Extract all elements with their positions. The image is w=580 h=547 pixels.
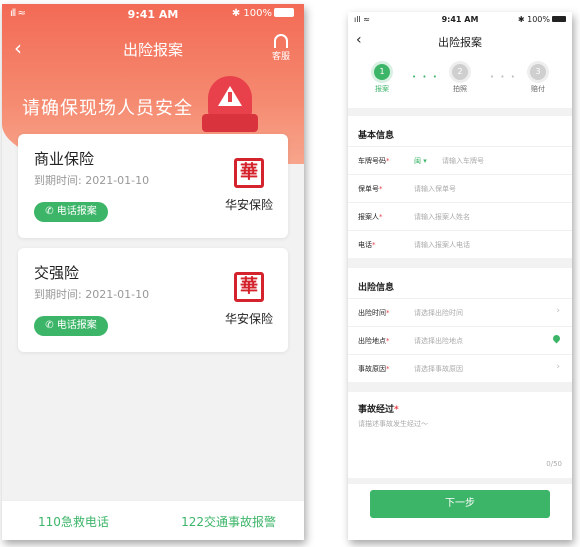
battery-indicator: ✱ 100%: [518, 15, 566, 24]
basic-info-section: 基本信息 车牌号码* 闽 ▾ 请输入车牌号 保单号* 请输入保单号 报案人* 请…: [348, 116, 572, 258]
step-photo: 2 拍照: [440, 64, 480, 94]
battery-icon: [274, 8, 294, 17]
next-step-button[interactable]: 下一步: [370, 490, 550, 518]
chevron-right-icon: ›: [556, 362, 560, 372]
insurer-name: 华安保险: [224, 198, 273, 212]
safety-reminder: 请确保现场人员安全: [22, 98, 193, 119]
policy-input[interactable]: 请输入保单号: [414, 184, 456, 194]
footer: 下一步: [348, 484, 572, 540]
status-bar: ıll ≈ 9:41 AM ✱ 100%: [348, 12, 572, 28]
policy-row: 保单号* 请输入保单号: [348, 174, 572, 202]
phone-report-button[interactable]: ✆ 电话报案: [34, 316, 108, 336]
progress-steps: 1 报案 • • • 2 拍照 • • • 3 赔付: [348, 56, 572, 108]
battery-indicator: ✱ 100%: [232, 8, 294, 19]
customer-service-label: 客服: [271, 52, 290, 62]
page-title: 出险报案: [438, 36, 482, 49]
description-textarea[interactable]: 请描述事故发生经过～: [348, 415, 572, 429]
phone-input[interactable]: 请输入报案人电话: [414, 240, 470, 250]
emergency-bar: 110急救电话 122交通事故报警: [2, 500, 304, 540]
insurer-seal-icon: 華: [234, 272, 264, 302]
accident-time-picker[interactable]: 请选择出险时间: [414, 308, 463, 318]
phone-report-button[interactable]: ✆ 电话报案: [34, 202, 108, 222]
step-report: 1 报案: [362, 64, 402, 94]
section-title: 出险信息: [358, 283, 395, 293]
alarm-light-icon: [202, 76, 258, 134]
insurer-seal-icon: 華: [234, 158, 264, 188]
claims-home-screen: ıll ≈ 9:41 AM ✱ 100% ‹ 出险报案 客服 请确保现场人员安全…: [2, 4, 304, 540]
reporter-row: 报案人* 请输入报案人姓名: [348, 202, 572, 230]
location-pin-icon[interactable]: [551, 333, 562, 344]
insurer-logo: 華 华安保险: [214, 158, 284, 213]
insurance-name: 商业保险: [34, 150, 95, 168]
emergency-call-link[interactable]: 110急救电话: [38, 513, 109, 530]
page-title: 出险报案: [122, 41, 183, 59]
plate-row: 车牌号码* 闽 ▾ 请输入车牌号: [348, 146, 572, 174]
insurer-name: 华安保险: [224, 312, 273, 326]
section-title: 基本信息: [358, 131, 395, 141]
accident-reason-picker[interactable]: 请选择事故原因: [414, 364, 463, 374]
accident-reason-row[interactable]: 事故原因* 请选择事故原因 ›: [348, 354, 572, 382]
plate-province-select[interactable]: 闽 ▾: [414, 156, 427, 166]
battery-icon: [552, 16, 566, 22]
traffic-police-link[interactable]: 122交通事故报警: [181, 513, 276, 530]
accident-description-section: 事故经过* 请描述事故发生经过～ 0/50: [348, 392, 572, 478]
expire-date: 到期时间: 2021-01-10: [34, 288, 150, 301]
accident-place-row[interactable]: 出险地点* 请选择出险地点: [348, 326, 572, 354]
insurance-name: 交强险: [34, 264, 80, 282]
chevron-right-icon: ›: [556, 306, 560, 316]
insurance-card-compulsory: 交强险 到期时间: 2021-01-10 ✆ 电话报案 華 华安保险: [18, 248, 288, 352]
accident-info-section: 出险信息 出险时间* 请选择出险时间 › 出险地点* 请选择出险地点 事故原因*…: [348, 268, 572, 382]
customer-service-button[interactable]: 客服: [272, 34, 290, 62]
step-payout: 3 赔付: [518, 64, 558, 94]
accident-place-picker[interactable]: 请选择出险地点: [414, 336, 463, 346]
section-title: 事故经过*: [358, 405, 399, 415]
insurer-logo: 華 华安保险: [214, 272, 284, 327]
phone-row: 电话* 请输入报案人电话: [348, 230, 572, 258]
claim-form-screen: ıll ≈ 9:41 AM ✱ 100% ‹ 出险报案 1 报案 • • • 2拍…: [348, 12, 572, 540]
headset-icon: [273, 34, 288, 48]
nav-bar: ‹ 出险报案 客服: [2, 34, 304, 62]
insurance-card-commercial: 商业保险 到期时间: 2021-01-10 ✆ 电话报案 華 华安保险: [18, 134, 288, 238]
reporter-input[interactable]: 请输入报案人姓名: [414, 212, 470, 222]
accident-time-row[interactable]: 出险时间* 请选择出险时间 ›: [348, 298, 572, 326]
status-bar: ıll ≈ 9:41 AM ✱ 100%: [2, 4, 304, 24]
expire-date: 到期时间: 2021-01-10: [34, 174, 150, 187]
plate-input[interactable]: 请输入车牌号: [442, 156, 484, 166]
char-counter: 0/50: [546, 460, 562, 468]
nav-bar: ‹ 出险报案: [348, 28, 572, 56]
